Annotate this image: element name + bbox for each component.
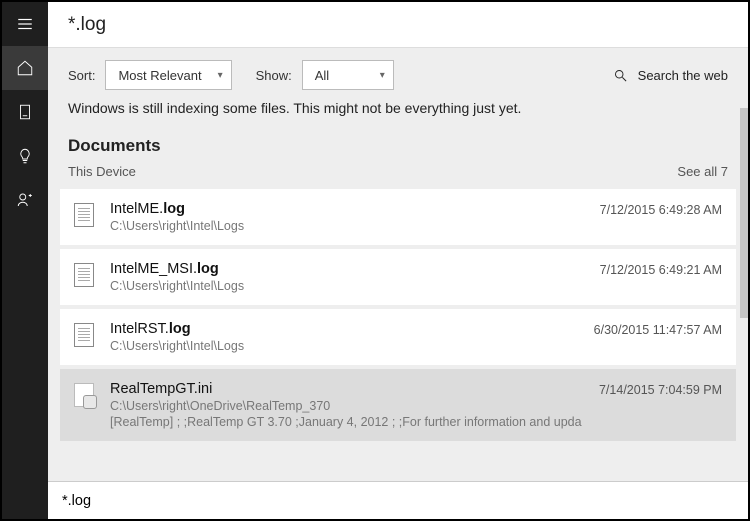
main-panel: *.log Sort: Most Relevant ▾ Show: All ▾ … — [48, 2, 748, 519]
menu-icon[interactable] — [2, 2, 48, 46]
result-timestamp: 7/14/2015 7:04:59 PM — [599, 381, 722, 429]
result-title: RealTempGT.ini — [110, 381, 585, 397]
file-icon — [74, 263, 94, 287]
result-title: IntelRST.log — [110, 321, 580, 337]
result-title: IntelME.log — [110, 201, 586, 217]
result-timestamp: 7/12/2015 6:49:21 AM — [600, 261, 722, 293]
lightbulb-icon[interactable] — [2, 134, 48, 178]
content-area: Sort: Most Relevant ▾ Show: All ▾ Search… — [48, 48, 748, 481]
sort-dropdown[interactable]: Most Relevant ▾ — [105, 60, 231, 90]
show-value: All — [315, 68, 329, 83]
sort-value: Most Relevant — [118, 68, 201, 83]
see-all-link[interactable]: See all 7 — [677, 164, 728, 179]
show-label: Show: — [256, 68, 292, 83]
results-list: IntelME.log C:\Users\right\Intel\Logs 7/… — [48, 189, 748, 465]
file-icon — [74, 383, 94, 407]
chevron-down-icon: ▾ — [218, 70, 223, 81]
result-item[interactable]: IntelME.log C:\Users\right\Intel\Logs 7/… — [60, 189, 736, 245]
indexing-message: Windows is still indexing some files. Th… — [48, 100, 748, 130]
show-dropdown[interactable]: All ▾ — [302, 60, 394, 90]
scrollbar-thumb[interactable] — [740, 108, 748, 318]
document-icon[interactable] — [2, 90, 48, 134]
search-input[interactable] — [48, 482, 318, 519]
search-web-link[interactable]: Search the web — [613, 68, 728, 83]
search-icon — [613, 68, 628, 83]
section-header: Documents — [48, 130, 748, 158]
result-timestamp: 6/30/2015 11:47:57 AM — [594, 321, 722, 353]
chevron-down-icon: ▾ — [380, 70, 385, 81]
result-path: C:\Users\right\OneDrive\RealTemp_370 — [110, 399, 585, 413]
result-path: C:\Users\right\Intel\Logs — [110, 279, 586, 293]
search-web-label: Search the web — [638, 68, 728, 83]
title-bar: *.log — [48, 2, 748, 48]
result-extra: [RealTemp] ; ;RealTemp GT 3.70 ;January … — [110, 415, 585, 429]
sidebar — [2, 2, 48, 519]
bottom-bar — [48, 481, 748, 519]
sort-label: Sort: — [68, 68, 95, 83]
file-icon — [74, 323, 94, 347]
result-item[interactable]: IntelRST.log C:\Users\right\Intel\Logs 6… — [60, 309, 736, 365]
section-scope: This Device — [68, 164, 136, 179]
result-path: C:\Users\right\Intel\Logs — [110, 339, 580, 353]
result-timestamp: 7/12/2015 6:49:28 AM — [600, 201, 722, 233]
result-title: IntelME_MSI.log — [110, 261, 586, 277]
result-item[interactable]: RealTempGT.ini C:\Users\right\OneDrive\R… — [60, 369, 736, 441]
home-icon[interactable] — [2, 46, 48, 90]
filter-bar: Sort: Most Relevant ▾ Show: All ▾ Search… — [48, 48, 748, 100]
search-query-title: *.log — [68, 14, 106, 36]
result-path: C:\Users\right\Intel\Logs — [110, 219, 586, 233]
feedback-icon[interactable] — [2, 178, 48, 222]
result-item[interactable]: IntelME_MSI.log C:\Users\right\Intel\Log… — [60, 249, 736, 305]
file-icon — [74, 203, 94, 227]
